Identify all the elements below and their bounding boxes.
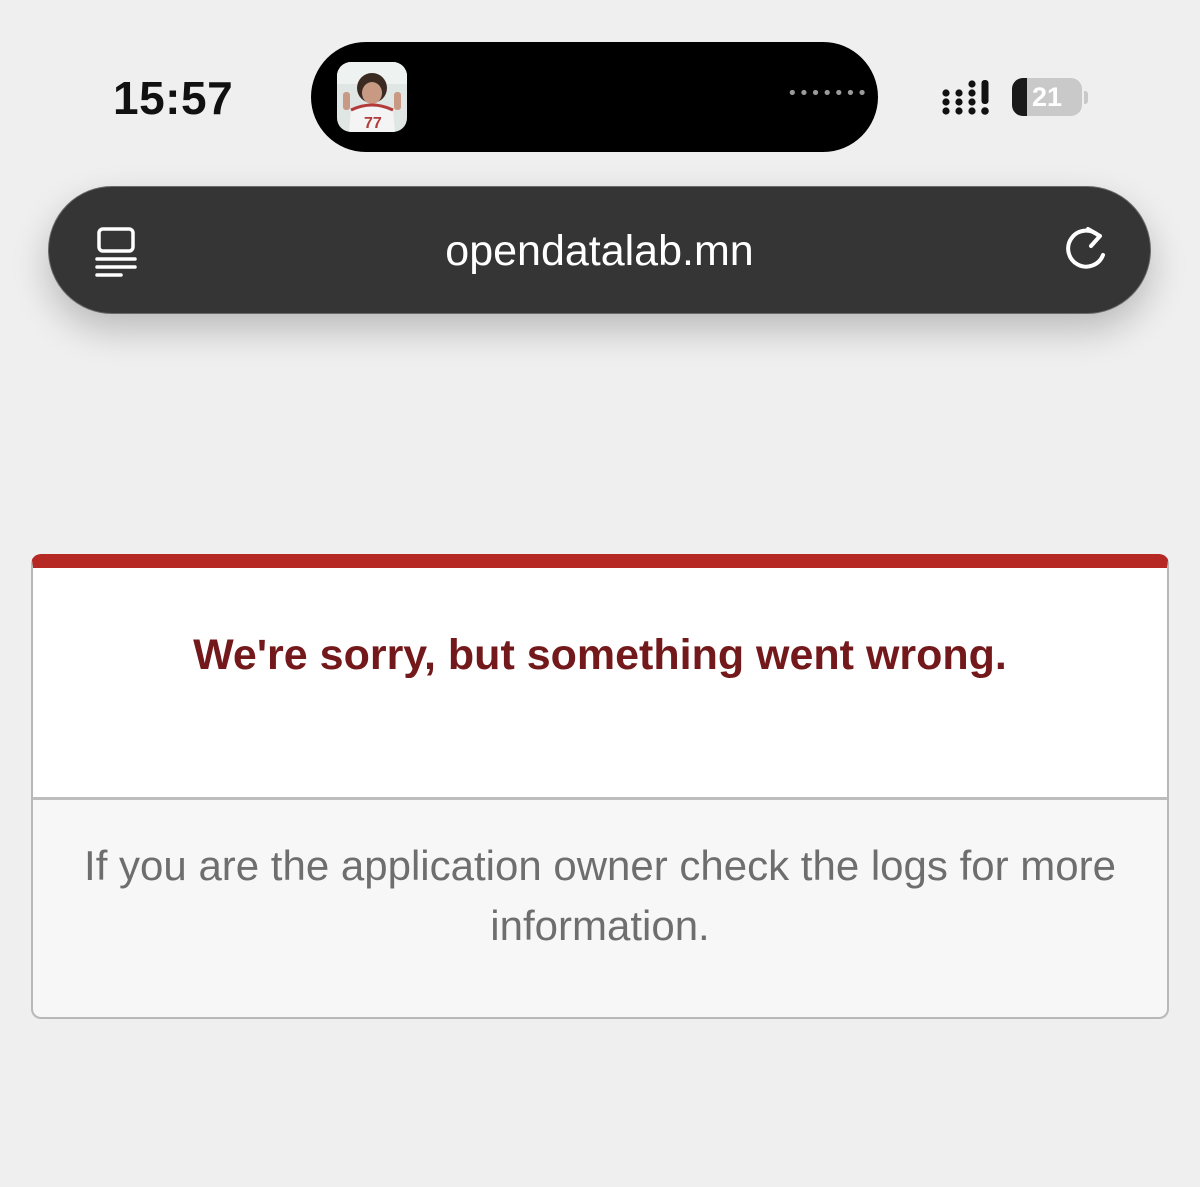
- status-time: 15:57: [113, 72, 234, 124]
- error-header: We're sorry, but something went wrong.: [33, 568, 1167, 800]
- reload-icon[interactable]: [1059, 223, 1113, 277]
- now-playing-avatar[interactable]: 77: [337, 62, 407, 132]
- battery-cap: [1084, 91, 1088, 104]
- url-text[interactable]: opendatalab.mn: [49, 225, 1150, 277]
- dynamic-island[interactable]: 77 •••••••: [311, 42, 878, 152]
- cellular-signal-icon: [941, 79, 997, 119]
- battery-icon: 21: [1012, 78, 1082, 116]
- address-bar[interactable]: opendatalab.mn: [48, 186, 1151, 314]
- error-message: If you are the application owner check t…: [84, 842, 1116, 949]
- battery-level: 21: [1031, 82, 1063, 112]
- error-title: We're sorry, but something went wrong.: [193, 631, 1007, 679]
- error-card: We're sorry, but something went wrong. I…: [31, 554, 1169, 1019]
- island-more-dots: •••••••: [787, 83, 869, 104]
- svg-text:77: 77: [364, 115, 382, 132]
